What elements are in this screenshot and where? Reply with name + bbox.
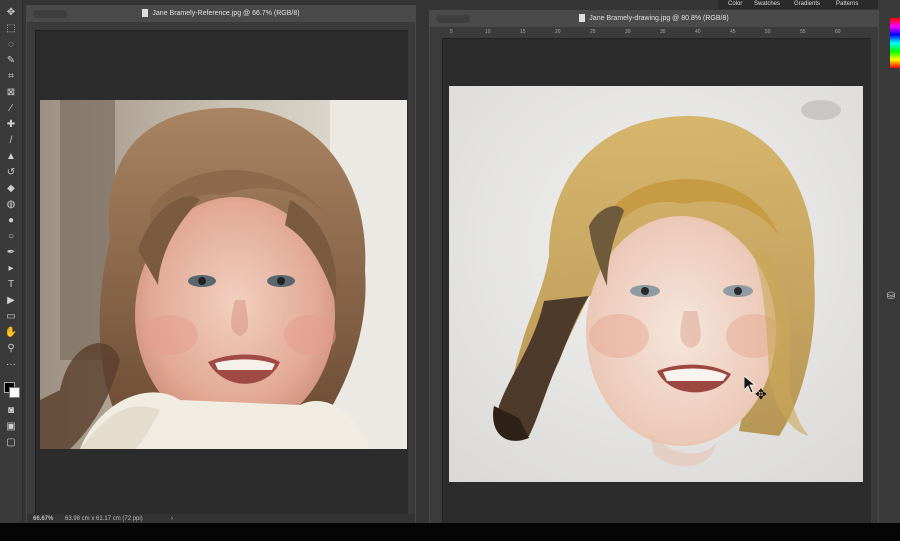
vertical-ruler [430, 38, 443, 524]
drawing-document-title: Jane Bramely-drawing.jpg @ 80.8% (RGB/8) [589, 15, 729, 22]
crop-tool-icon[interactable]: ⌗ [3, 70, 19, 83]
screen-mode-icon[interactable]: ▣ [3, 420, 19, 433]
dodge-tool-icon[interactable]: ○ [3, 230, 19, 243]
frame-tool-icon[interactable]: ⊠ [3, 86, 19, 99]
hand-tool-icon[interactable]: ✋ [3, 326, 19, 339]
stamp-tool-icon[interactable]: ▲ [3, 150, 19, 163]
photoshop-workspace: ✥ ⬚ ◌ ✎ ⌗ ⊠ ⁄ ✚ / ▲ ↺ ◆ ◍ ● ○ ✒ ▸ T ▶ ▭ … [0, 0, 900, 541]
ruler-tick: 60 [835, 29, 841, 35]
ruler-tick: 5 [450, 29, 453, 35]
marquee-tool-icon[interactable]: ⬚ [3, 22, 19, 35]
tools-panel: ✥ ⬚ ◌ ✎ ⌗ ⊠ ⁄ ✚ / ▲ ↺ ◆ ◍ ● ○ ✒ ▸ T ▶ ▭ … [0, 0, 23, 523]
screen-mode-alt-icon[interactable]: ▢ [3, 436, 19, 449]
ruler-tick: 35 [660, 29, 666, 35]
lasso-tool-icon[interactable]: ◌ [3, 38, 19, 51]
move-cursor-icon: ✥ [755, 386, 767, 402]
eyedropper-tool-icon[interactable]: ⁄ [3, 102, 19, 115]
vertical-scrollbar[interactable] [871, 38, 878, 524]
ruler-tick: 25 [590, 29, 596, 35]
history-brush-tool-icon[interactable]: ↺ [3, 166, 19, 179]
ruler-tick: 30 [625, 29, 631, 35]
panel-tabs: Color Swatches Gradients Patterns [718, 0, 900, 9]
ruler-tick: 15 [520, 29, 526, 35]
background-color-swatch[interactable] [9, 387, 20, 398]
video-letterbox-bar [0, 523, 900, 541]
ruler-tick: 10 [485, 29, 491, 35]
tab-swatches[interactable]: Swatches [754, 0, 780, 9]
path-select-tool-icon[interactable]: ▸ [3, 262, 19, 275]
vertical-ruler [27, 30, 36, 514]
tab-gradients[interactable]: Gradients [794, 0, 820, 9]
zoom-tool-icon[interactable]: ⚲ [3, 342, 19, 355]
paint-bucket-tool-icon[interactable]: ◍ [3, 198, 19, 211]
reference-photo-canvas[interactable] [40, 100, 407, 449]
reference-document-tab[interactable]: Jane Bramely-Reference.jpg @ 66.7% (RGB/… [27, 6, 415, 22]
panel-collapse-icon[interactable]: ⛁ [883, 290, 899, 303]
type-tool-icon[interactable]: T [3, 278, 19, 291]
ruler-tick: 50 [765, 29, 771, 35]
direct-select-tool-icon[interactable]: ▶ [3, 294, 19, 307]
tab-color[interactable]: Color [728, 0, 742, 9]
healing-tool-icon[interactable]: ✚ [3, 118, 19, 131]
horizontal-ruler [27, 22, 415, 31]
color-spectrum[interactable] [890, 18, 900, 68]
drawing-canvas[interactable] [449, 86, 863, 482]
quick-select-tool-icon[interactable]: ✎ [3, 54, 19, 67]
file-icon [579, 14, 586, 23]
tab-patterns[interactable]: Patterns [836, 0, 858, 9]
brush-tool-icon[interactable]: / [3, 134, 19, 147]
ruler-tick: 55 [800, 29, 806, 35]
ruler-tick: 40 [695, 29, 701, 35]
quick-mask-icon[interactable]: ◙ [3, 404, 19, 417]
move-tool-icon[interactable]: ✥ [3, 6, 19, 19]
pen-tool-icon[interactable]: ✒ [3, 246, 19, 259]
vertical-scrollbar[interactable] [408, 30, 415, 514]
file-icon [142, 9, 149, 18]
right-panel-strip [878, 0, 900, 523]
ruler-tick: 20 [555, 29, 561, 35]
more-tools-icon[interactable]: ··· [3, 358, 19, 371]
drawing-document-tab[interactable]: Jane Bramely-drawing.jpg @ 80.8% (RGB/8) [430, 11, 878, 27]
ruler-tick: 45 [730, 29, 736, 35]
eraser-tool-icon[interactable]: ◆ [3, 182, 19, 195]
horizontal-ruler: 5 10 15 20 25 30 35 40 45 50 55 60 [430, 27, 878, 39]
reference-document-title: Jane Bramely-Reference.jpg @ 66.7% (RGB/… [152, 10, 300, 17]
tab-close-area[interactable] [33, 10, 67, 18]
blur-tool-icon[interactable]: ● [3, 214, 19, 227]
tab-close-area[interactable] [436, 15, 470, 23]
rectangle-tool-icon[interactable]: ▭ [3, 310, 19, 323]
